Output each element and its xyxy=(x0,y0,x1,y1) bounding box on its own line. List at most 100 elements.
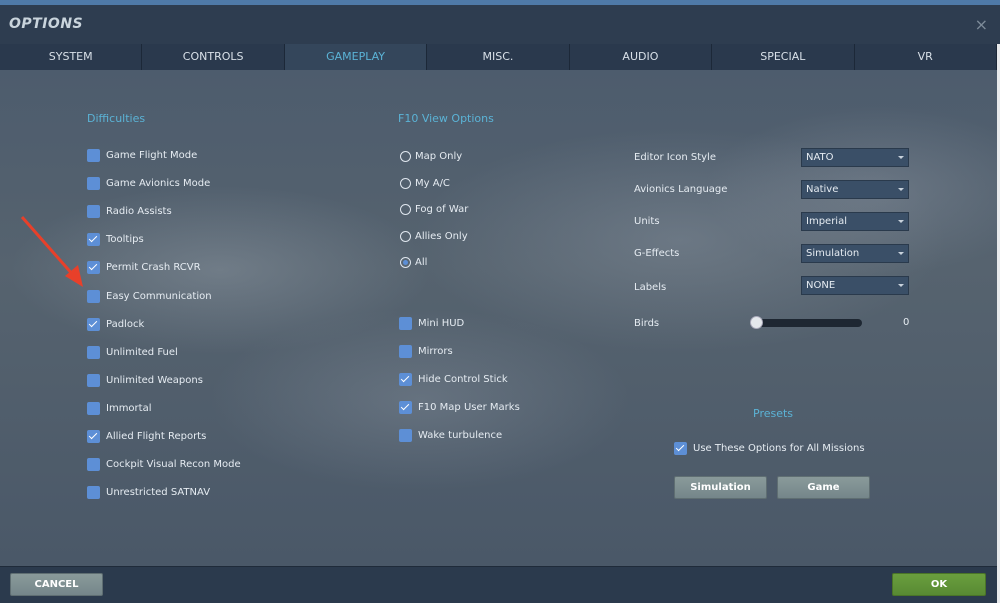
checkbox-label: Game Flight Mode xyxy=(106,150,198,161)
slider-knob[interactable] xyxy=(750,316,763,329)
dropdown-value: Simulation xyxy=(806,248,860,259)
checkbox-icon[interactable] xyxy=(399,317,412,330)
view-checkbox[interactable]: Wake turbulence xyxy=(399,429,503,443)
view-checkbox[interactable]: Hide Control Stick xyxy=(399,373,508,387)
difficulty-checkbox[interactable]: Cockpit Visual Recon Mode xyxy=(87,458,241,472)
checkbox-icon[interactable] xyxy=(87,177,100,191)
use-for-all-missions-checkbox[interactable]: Use These Options for All Missions xyxy=(674,442,865,455)
setting-dropdown[interactable]: NATO xyxy=(801,148,909,167)
tab-controls[interactable]: CONTROLS xyxy=(142,44,285,70)
difficulty-checkbox[interactable]: Game Avionics Mode xyxy=(87,177,211,191)
radio-label: My A/C xyxy=(415,177,450,189)
difficulty-checkbox[interactable]: Easy Communication xyxy=(87,289,212,303)
checkbox-icon[interactable] xyxy=(87,401,100,415)
view-checkbox[interactable]: Mirrors xyxy=(399,345,453,359)
checkbox-icon[interactable] xyxy=(399,429,412,443)
tab-gameplay[interactable]: GAMEPLAY xyxy=(284,44,428,70)
dropdown-value: NONE xyxy=(806,280,836,291)
difficulty-checkbox[interactable]: Unlimited Weapons xyxy=(87,373,203,387)
footer: CANCEL OK xyxy=(0,566,997,603)
setting-label: Editor Icon Style xyxy=(634,152,716,163)
checkbox-label: Padlock xyxy=(106,318,145,330)
ok-button[interactable]: OK xyxy=(892,573,986,596)
tab-audio[interactable]: AUDIO xyxy=(569,44,713,70)
setting-dropdown[interactable]: Native xyxy=(801,180,909,199)
f10-radio[interactable]: My A/C xyxy=(400,177,450,189)
tab-misc[interactable]: MISC. xyxy=(427,44,570,70)
checkbox-label: Allied Flight Reports xyxy=(106,431,207,442)
checkbox-label: Mini HUD xyxy=(418,318,465,329)
difficulty-checkbox[interactable]: Padlock xyxy=(87,317,145,331)
checkbox-icon[interactable] xyxy=(399,345,412,359)
f10-radio[interactable]: All xyxy=(400,257,427,268)
difficulties-heading: Difficulties xyxy=(87,112,146,125)
checkbox-label: Game Avionics Mode xyxy=(106,178,211,190)
radio-icon[interactable] xyxy=(400,257,411,268)
checkbox-label: Immortal xyxy=(106,402,152,414)
setting-dropdown[interactable]: Simulation xyxy=(801,244,909,263)
radio-icon[interactable] xyxy=(400,151,411,162)
radio-label: Fog of War xyxy=(415,204,469,215)
difficulty-checkbox[interactable]: Tooltips xyxy=(87,233,144,247)
checkbox-label: Unrestricted SATNAV xyxy=(106,487,211,499)
f10-radio[interactable]: Allies Only xyxy=(400,230,468,242)
checkbox-icon[interactable] xyxy=(87,261,100,275)
tab-special[interactable]: SPECIAL xyxy=(712,44,855,70)
radio-icon[interactable] xyxy=(400,230,411,242)
radio-icon[interactable] xyxy=(400,177,411,189)
tab-vr[interactable]: VR xyxy=(854,44,997,70)
checkbox-icon[interactable] xyxy=(399,373,412,387)
birds-label: Birds xyxy=(634,318,660,329)
view-checkbox[interactable]: F10 Map User Marks xyxy=(399,401,520,415)
difficulty-checkbox[interactable]: Unrestricted SATNAV xyxy=(87,486,211,500)
game-preset-button[interactable]: Game xyxy=(777,476,870,499)
checkbox-icon[interactable] xyxy=(399,401,412,415)
checkbox-icon[interactable] xyxy=(87,430,100,443)
checkbox-icon[interactable] xyxy=(87,149,100,162)
setting-dropdown[interactable]: NONE xyxy=(801,276,909,295)
checkbox-label: Cockpit Visual Recon Mode xyxy=(106,459,241,471)
window-title: OPTIONS xyxy=(9,16,84,32)
birds-value: 0 xyxy=(903,317,910,328)
tab-system[interactable]: SYSTEM xyxy=(0,44,143,70)
checkbox-icon[interactable] xyxy=(87,486,100,500)
checkbox-icon[interactable] xyxy=(87,233,100,247)
checkbox-icon[interactable] xyxy=(87,205,100,219)
close-icon[interactable]: × xyxy=(975,15,988,34)
cancel-button[interactable]: CANCEL xyxy=(10,573,103,596)
checkbox-label: Permit Crash RCVR xyxy=(106,262,201,274)
chevron-down-icon xyxy=(898,252,904,255)
checkbox-icon[interactable] xyxy=(87,289,100,303)
radio-icon[interactable] xyxy=(400,204,411,215)
view-checkbox[interactable]: Mini HUD xyxy=(399,317,464,330)
setting-dropdown[interactable]: Imperial xyxy=(801,212,909,231)
dropdown-value: Imperial xyxy=(806,216,847,227)
checkbox-label: Tooltips xyxy=(106,234,144,246)
presets-heading: Presets xyxy=(753,407,794,420)
difficulty-checkbox[interactable]: Allied Flight Reports xyxy=(87,430,206,443)
radio-label: Allies Only xyxy=(415,230,468,242)
difficulty-checkbox[interactable]: Permit Crash RCVR xyxy=(87,261,201,275)
checkbox-icon[interactable] xyxy=(674,442,687,455)
chevron-down-icon xyxy=(898,220,904,223)
f10-radio[interactable]: Fog of War xyxy=(400,204,468,215)
tab-bar: SYSTEM CONTROLS GAMEPLAY MISC. AUDIO SPECIAL V… xyxy=(0,44,997,70)
checkbox-label: Mirrors xyxy=(418,346,453,358)
setting-label: G-Effects xyxy=(634,248,680,259)
simulation-preset-button[interactable]: Simulation xyxy=(674,476,767,499)
birds-slider[interactable] xyxy=(750,316,862,329)
difficulty-checkbox[interactable]: Game Flight Mode xyxy=(87,149,197,162)
checkbox-icon[interactable] xyxy=(87,317,100,331)
checkbox-label: Wake turbulence xyxy=(418,430,503,442)
checkbox-icon[interactable] xyxy=(87,458,100,472)
setting-label: Avionics Language xyxy=(634,184,728,195)
setting-label: Labels xyxy=(634,282,667,293)
f10-radio[interactable]: Map Only xyxy=(400,151,462,162)
difficulty-checkbox[interactable]: Radio Assists xyxy=(87,205,172,219)
checkbox-label: Unlimited Fuel xyxy=(106,346,178,358)
checkbox-icon[interactable] xyxy=(87,345,100,359)
checkbox-icon[interactable] xyxy=(87,373,100,387)
checkbox-label: Radio Assists xyxy=(106,206,172,218)
difficulty-checkbox[interactable]: Immortal xyxy=(87,401,152,415)
difficulty-checkbox[interactable]: Unlimited Fuel xyxy=(87,345,178,359)
